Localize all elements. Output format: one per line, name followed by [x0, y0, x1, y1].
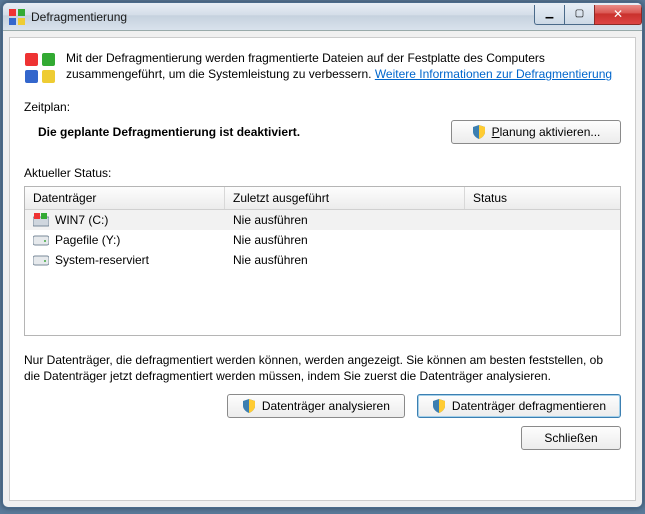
maximize-icon: ▢	[575, 9, 584, 19]
defragment-label: Datenträger defragmentieren	[452, 399, 606, 413]
col-status[interactable]: Status	[465, 187, 620, 209]
close-icon: ✕	[613, 8, 623, 20]
maximize-button[interactable]: ▢	[564, 5, 594, 25]
activate-schedule-button[interactable]: Planung aktivieren...	[451, 120, 621, 144]
hdd-icon	[33, 253, 49, 267]
window-controls: ▁ ▢ ✕	[534, 5, 642, 25]
windows-drive-icon	[33, 213, 49, 227]
table-row[interactable]: WIN7 (C:) Nie ausführen	[25, 210, 620, 230]
analyze-label: Datenträger analysieren	[262, 399, 390, 413]
col-last-run[interactable]: Zuletzt ausgeführt	[225, 187, 465, 209]
analyze-button[interactable]: Datenträger analysieren	[227, 394, 405, 418]
last-run: Nie ausführen	[233, 253, 308, 267]
hint-text: Nur Datenträger, die defragmentiert werd…	[24, 352, 621, 384]
defrag-large-icon	[24, 52, 56, 84]
schedule-row: Die geplante Defragmentierung ist deakti…	[24, 120, 621, 144]
table-row[interactable]: Pagefile (Y:) Nie ausführen	[25, 230, 620, 250]
more-info-link[interactable]: Weitere Informationen zur Defragmentieru…	[375, 67, 612, 81]
drive-name: Pagefile (Y:)	[55, 233, 120, 247]
titlebar[interactable]: Defragmentierung ▁ ▢ ✕	[3, 3, 642, 31]
defrag-window: Defragmentierung ▁ ▢ ✕ Mit der Defragmen…	[2, 2, 643, 508]
window-title: Defragmentierung	[31, 10, 534, 24]
schedule-status: Die geplante Defragmentierung ist deakti…	[24, 125, 431, 139]
drive-list: Datenträger Zuletzt ausgeführt Status WI…	[24, 186, 621, 336]
client-area: Mit der Defragmentierung werden fragment…	[9, 37, 636, 501]
drive-name: System-reserviert	[55, 253, 149, 267]
hdd-icon	[33, 233, 49, 247]
close-row: Schließen	[24, 426, 621, 450]
close-window-button[interactable]: ✕	[594, 5, 642, 25]
intro: Mit der Defragmentierung werden fragment…	[24, 50, 621, 84]
status-label: Aktueller Status:	[24, 166, 621, 180]
intro-text: Mit der Defragmentierung werden fragment…	[66, 50, 621, 84]
col-drive[interactable]: Datenträger	[25, 187, 225, 209]
table-row[interactable]: System-reserviert Nie ausführen	[25, 250, 620, 270]
list-header[interactable]: Datenträger Zuletzt ausgeführt Status	[25, 187, 620, 210]
defrag-icon	[9, 9, 25, 25]
drive-name: WIN7 (C:)	[55, 213, 108, 227]
shield-icon	[472, 125, 486, 139]
minimize-icon: ▁	[546, 9, 554, 19]
action-buttons: Datenträger analysieren Datenträger defr…	[24, 394, 621, 418]
defragment-button[interactable]: Datenträger defragmentieren	[417, 394, 621, 418]
close-label: Schließen	[544, 431, 597, 445]
close-button[interactable]: Schließen	[521, 426, 621, 450]
activate-schedule-label: Planung aktivieren...	[492, 125, 601, 139]
shield-icon	[432, 399, 446, 413]
minimize-button[interactable]: ▁	[534, 5, 564, 25]
last-run: Nie ausführen	[233, 213, 308, 227]
shield-icon	[242, 399, 256, 413]
schedule-label: Zeitplan:	[24, 100, 621, 114]
last-run: Nie ausführen	[233, 233, 308, 247]
